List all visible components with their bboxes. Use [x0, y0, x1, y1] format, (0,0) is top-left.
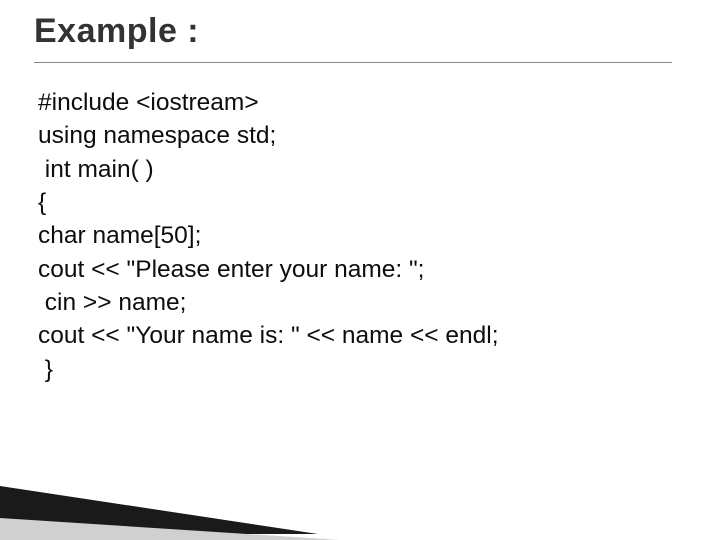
code-line: cout << "Please enter your name: "; [38, 256, 424, 283]
code-line: using namespace std; [38, 122, 276, 149]
slide: Example : #include <iostream> using name… [0, 0, 720, 540]
code-line: int main( ) [38, 156, 154, 183]
code-block: #include <iostream> using namespace std;… [38, 86, 499, 386]
code-line: { [38, 189, 46, 216]
code-line: #include <iostream> [38, 89, 259, 116]
code-line: } [38, 356, 53, 383]
slide-title: Example : [34, 12, 199, 51]
title-underline [34, 62, 672, 63]
code-line: char name[50]; [38, 222, 201, 249]
code-line: cin >> name; [38, 289, 186, 316]
code-line: cout << "Your name is: " << name << endl… [38, 322, 499, 349]
